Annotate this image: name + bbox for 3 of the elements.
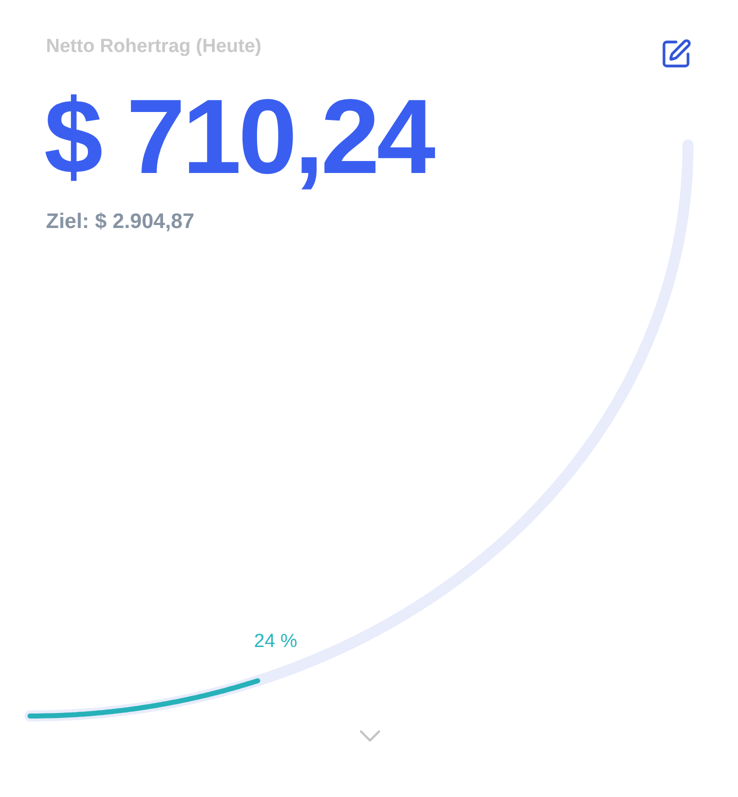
goal-text: Ziel: $ 2.904,87 (46, 210, 196, 234)
amount-value: $ 710,24 (44, 84, 433, 190)
progress-reading: 24 % (254, 631, 298, 653)
